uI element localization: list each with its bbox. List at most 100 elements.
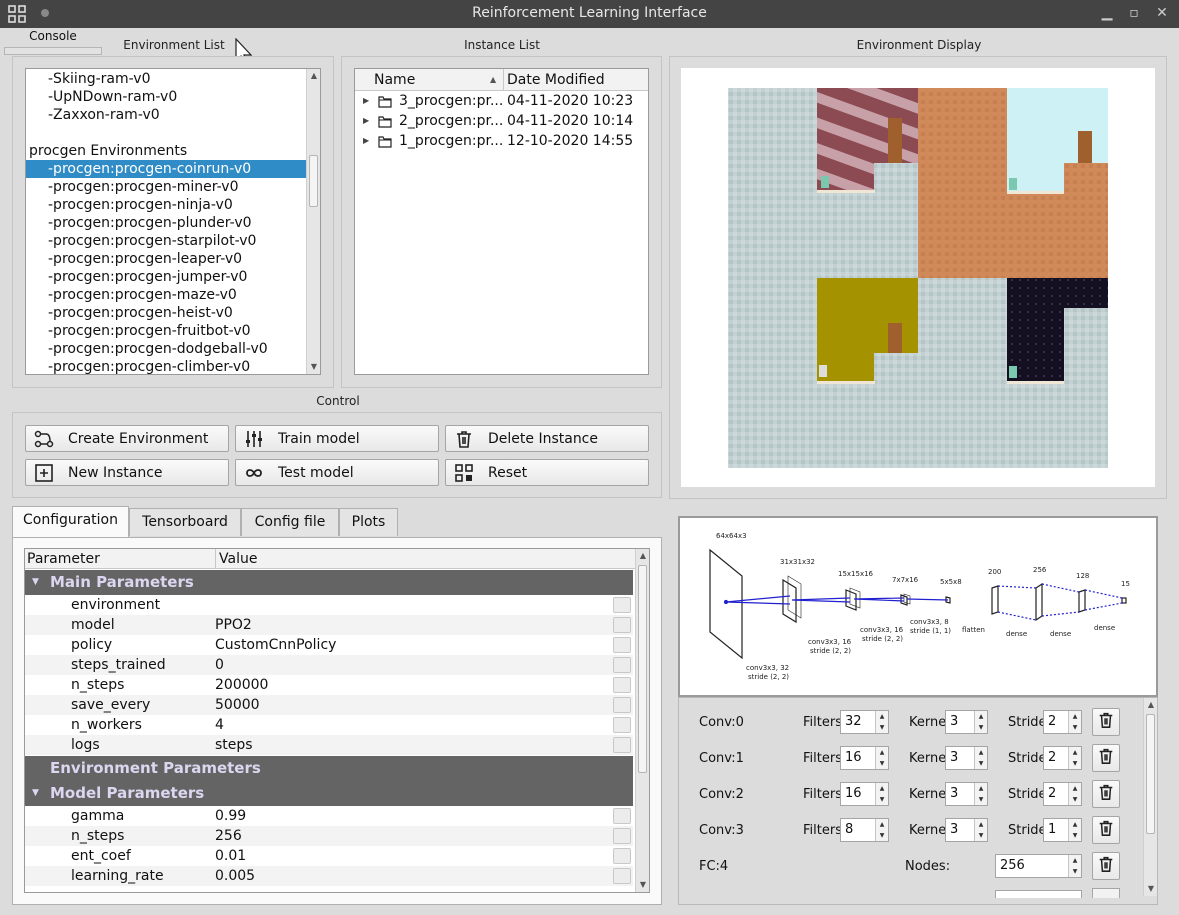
parameter-row[interactable]: steps_trained 0 <box>25 655 633 675</box>
env-list-item[interactable]: -procgen:procgen-coinrun-v0 <box>26 160 306 178</box>
env-list-item[interactable]: -procgen:procgen-leaper-v0 <box>26 250 306 268</box>
env-list-item[interactable]: -UpNDown-ram-v0 <box>26 88 306 106</box>
expand-arrow-icon[interactable]: ▶ <box>363 111 369 131</box>
reset-value-icon[interactable] <box>613 737 631 753</box>
parameter-value[interactable]: 4 <box>215 715 224 735</box>
spin-arrows-icon[interactable]: ▲ ▼ <box>875 819 888 841</box>
next-layer-spinbox[interactable] <box>995 890 1082 898</box>
env-list-item[interactable]: -procgen:procgen-starpilot-v0 <box>26 232 306 250</box>
spin-arrows-icon[interactable]: ▲ ▼ <box>1068 855 1081 877</box>
date-column-header[interactable]: Date Modified <box>507 69 605 91</box>
parameter-value[interactable]: steps <box>215 735 253 755</box>
parameter-value[interactable]: 0.005 <box>215 866 255 886</box>
env-list-item[interactable]: -procgen:procgen-fruitbot-v0 <box>26 322 306 340</box>
delete-instance-button[interactable]: Delete Instance <box>445 425 649 452</box>
value-column-header[interactable]: Value <box>219 549 257 569</box>
env-list-item[interactable]: -Skiing-ram-v0 <box>26 70 306 88</box>
spin-arrows-icon[interactable]: ▲ ▼ <box>875 747 888 769</box>
instance-list[interactable]: Name ▲ Date Modified ▶ 3_procgen:pr... 04-… <box>354 68 649 375</box>
layer-list[interactable]: Conv:0 Filters: 32 ▲ ▼ Kernel: 3 ▲ ▼ Stride: 2 ▲ ▼ Co… <box>679 698 1141 898</box>
parameter-row[interactable]: model PPO2 <box>25 615 633 635</box>
stride-spinbox[interactable]: 2 ▲ ▼ <box>1043 782 1082 806</box>
env-list-item[interactable]: -procgen:procgen-dodgeball-v0 <box>26 340 306 358</box>
parameter-value[interactable]: 256 <box>215 826 242 846</box>
minimize-icon[interactable]: ▁ <box>1098 4 1116 22</box>
kernel-spinbox[interactable]: 3 ▲ ▼ <box>945 746 988 770</box>
filters-spinbox[interactable]: 8 ▲ ▼ <box>840 818 889 842</box>
test-model-button[interactable]: Test model <box>235 459 439 486</box>
scroll-thumb[interactable] <box>638 565 647 773</box>
nodes-spinbox[interactable]: 256 ▲ ▼ <box>995 854 1082 878</box>
spin-arrows-icon[interactable]: ▲ ▼ <box>974 711 987 733</box>
parameter-scrollbar[interactable]: ▲ ▼ <box>635 549 649 892</box>
parameter-row[interactable]: logs steps <box>25 735 633 755</box>
delete-layer-button[interactable] <box>1092 780 1120 808</box>
env-list-item[interactable]: -Zaxxon-ram-v0 <box>26 106 306 124</box>
filters-spinbox[interactable]: 16 ▲ ▼ <box>840 782 889 806</box>
reset-button[interactable]: Reset <box>445 459 649 486</box>
create-environment-button[interactable]: Create Environment <box>25 425 229 452</box>
section-header[interactable]: Environment Parameters <box>25 756 633 781</box>
reset-value-icon[interactable] <box>613 868 631 884</box>
spin-arrows-icon[interactable]: ▲ ▼ <box>1068 747 1081 769</box>
scroll-up-icon[interactable]: ▲ <box>1144 698 1158 712</box>
env-list-item[interactable]: -procgen:procgen-ninja-v0 <box>26 196 306 214</box>
collapse-arrow-icon[interactable]: ▼ <box>32 781 39 806</box>
spin-arrows-icon[interactable]: ▲ ▼ <box>974 819 987 841</box>
delete-layer-button[interactable] <box>1092 816 1120 844</box>
spin-arrows-icon[interactable]: ▲ ▼ <box>1068 783 1081 805</box>
next-delete-button[interactable] <box>1092 888 1120 898</box>
parameter-column-header[interactable]: Parameter <box>27 549 100 569</box>
parameter-value[interactable]: 0.99 <box>215 806 246 826</box>
parameter-value[interactable]: 200000 <box>215 675 268 695</box>
kernel-spinbox[interactable]: 3 ▲ ▼ <box>945 818 988 842</box>
tab-tensorboard[interactable]: Tensorboard <box>129 508 241 536</box>
delete-layer-button[interactable] <box>1092 744 1120 772</box>
spin-arrows-icon[interactable]: ▲ ▼ <box>1068 819 1081 841</box>
tab-config-file[interactable]: Config file <box>241 508 339 536</box>
kernel-spinbox[interactable]: 3 ▲ ▼ <box>945 782 988 806</box>
parameter-value[interactable]: 50000 <box>215 695 260 715</box>
reset-value-icon[interactable] <box>613 828 631 844</box>
spin-arrows-icon[interactable]: ▲ ▼ <box>974 747 987 769</box>
filters-spinbox[interactable]: 32 ▲ ▼ <box>840 710 889 734</box>
parameter-row[interactable]: learning_rate 0.005 <box>25 866 633 886</box>
scroll-up-icon[interactable]: ▲ <box>307 69 320 83</box>
scroll-down-icon[interactable]: ▼ <box>307 360 320 374</box>
reset-value-icon[interactable] <box>613 597 631 613</box>
reset-value-icon[interactable] <box>613 657 631 673</box>
reset-value-icon[interactable] <box>613 677 631 693</box>
env-list-item[interactable]: -procgen:procgen-maze-v0 <box>26 286 306 304</box>
parameter-tree[interactable]: Parameter Value ▼ Main Parameters environm… <box>24 548 650 893</box>
parameter-value[interactable]: PPO2 <box>215 615 252 635</box>
scroll-thumb[interactable] <box>309 155 318 207</box>
section-header[interactable]: ▼ Main Parameters <box>25 570 633 595</box>
spin-arrows-icon[interactable]: ▲ ▼ <box>875 783 888 805</box>
maximize-icon[interactable]: ▫ <box>1125 4 1143 22</box>
parameter-row[interactable]: n_workers 4 <box>25 715 633 735</box>
collapse-arrow-icon[interactable]: ▼ <box>32 570 39 595</box>
filters-spinbox[interactable]: 16 ▲ ▼ <box>840 746 889 770</box>
parameter-row[interactable]: policy CustomCnnPolicy <box>25 635 633 655</box>
parameter-row[interactable]: n_steps 200000 <box>25 675 633 695</box>
parameter-row[interactable]: gamma 0.99 <box>25 806 633 826</box>
reset-value-icon[interactable] <box>613 637 631 653</box>
tab-plots[interactable]: Plots <box>339 508 398 536</box>
scroll-up-icon[interactable]: ▲ <box>636 549 649 563</box>
spin-arrows-icon[interactable]: ▲ ▼ <box>875 711 888 733</box>
expand-arrow-icon[interactable]: ▶ <box>363 91 369 111</box>
parameter-value[interactable]: 0 <box>215 655 224 675</box>
env-list-scrollbar[interactable]: ▲ ▼ <box>306 69 320 374</box>
scroll-thumb[interactable] <box>1146 714 1155 834</box>
parameter-value[interactable]: CustomCnnPolicy <box>215 635 336 655</box>
train-model-button[interactable]: Train model <box>235 425 439 452</box>
stride-spinbox[interactable]: 2 ▲ ▼ <box>1043 746 1082 770</box>
close-icon[interactable]: ✕ <box>1153 4 1171 22</box>
spin-arrows-icon[interactable]: ▲ ▼ <box>1068 711 1081 733</box>
reset-value-icon[interactable] <box>613 717 631 733</box>
instance-row[interactable]: ▶ 2_procgen:pr... 04-11-2020 10:14 <box>355 111 648 131</box>
reset-value-icon[interactable] <box>613 617 631 633</box>
new-instance-button[interactable]: New Instance <box>25 459 229 486</box>
parameter-row[interactable]: save_every 50000 <box>25 695 633 715</box>
parameter-row[interactable]: environment <box>25 595 633 615</box>
